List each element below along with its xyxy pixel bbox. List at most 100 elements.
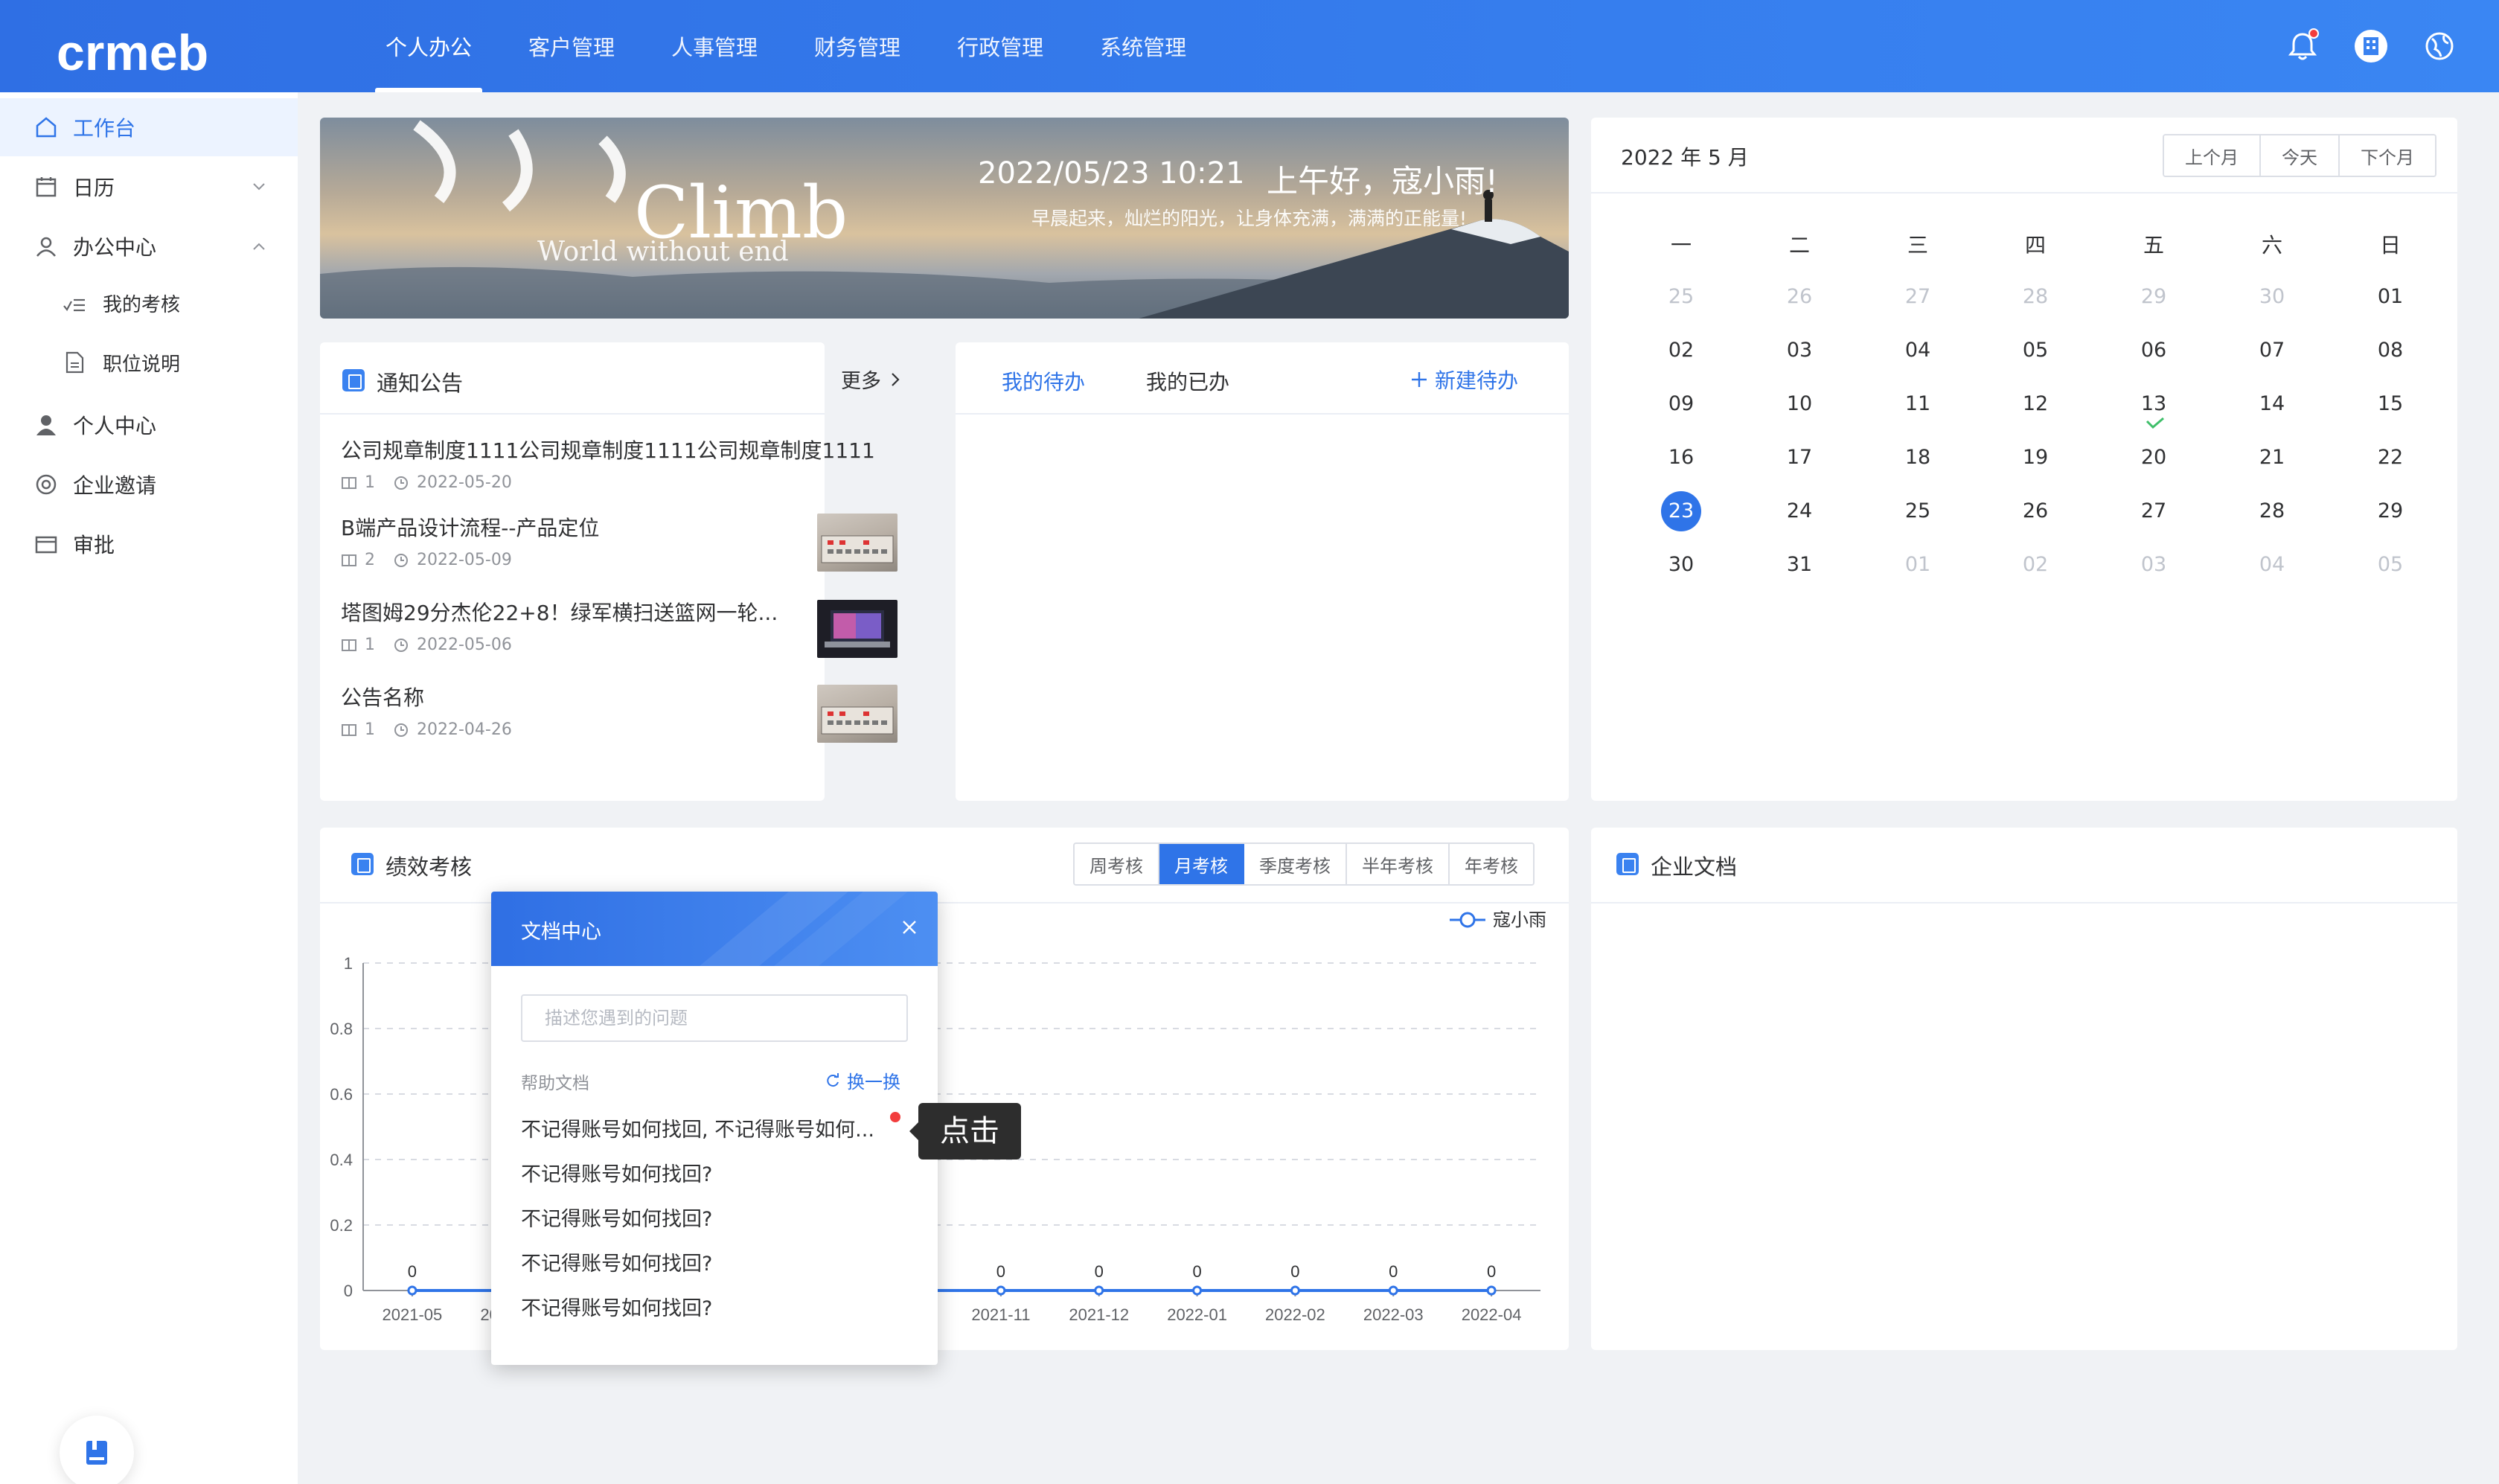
y-tick-label: 0.2: [330, 1216, 353, 1235]
calendar-day[interactable]: 26: [1759, 277, 1840, 317]
sidebar-item-enterprise-invite[interactable]: 企业邀请: [0, 455, 298, 514]
calendar-day[interactable]: 31: [1759, 545, 1840, 585]
calendar-day[interactable]: 20: [2113, 438, 2195, 478]
sidebar-item-label: 企业邀请: [73, 473, 157, 498]
calendar-day[interactable]: 02: [1640, 330, 1722, 371]
calendar-day[interactable]: 03: [1759, 330, 1840, 371]
calendar-day[interactable]: 28: [2231, 491, 2313, 531]
calendar-day[interactable]: 19: [1994, 438, 2076, 478]
nav-admin-management[interactable]: 行政管理: [929, 0, 1072, 92]
calendar-day[interactable]: 02: [1994, 545, 2076, 585]
nav-customer-management[interactable]: 客户管理: [500, 0, 643, 92]
close-icon[interactable]: [899, 917, 920, 938]
tab-my-pending[interactable]: 我的待办: [1002, 366, 1085, 396]
calendar-day[interactable]: 15: [2349, 384, 2431, 424]
sidebar-item-workbench[interactable]: 工作台: [0, 98, 298, 156]
calendar-day[interactable]: 05: [1994, 330, 2076, 371]
calendar-day[interactable]: 04: [2231, 545, 2313, 585]
tab-quarterly[interactable]: 季度考核: [1244, 844, 1347, 884]
help-doc-link[interactable]: 不记得账号如何找回?: [521, 1247, 712, 1276]
help-doc-link[interactable]: 不记得账号如何找回?: [521, 1158, 712, 1187]
calendar-day[interactable]: 22: [2349, 438, 2431, 478]
keyboard-thumbnail[interactable]: [817, 685, 897, 743]
calendar-day[interactable]: 25: [1640, 277, 1722, 317]
globe-icon[interactable]: [2422, 28, 2457, 64]
calendar-day[interactable]: 16: [1640, 438, 1722, 478]
calendar-day[interactable]: 01: [1877, 545, 1959, 585]
sidebar-item-office-center[interactable]: 办公中心: [0, 217, 298, 275]
weekday-header: 日: [2379, 233, 2401, 258]
today-button[interactable]: 今天: [2261, 135, 2340, 176]
help-doc-link[interactable]: 不记得账号如何找回?: [521, 1292, 712, 1321]
laptop-thumbnail[interactable]: [817, 600, 897, 658]
nav-system-management[interactable]: 系统管理: [1072, 0, 1215, 92]
calendar-day[interactable]: 06: [2113, 330, 2195, 371]
calendar-day[interactable]: 29: [2113, 277, 2195, 317]
keyboard-thumbnail[interactable]: [817, 514, 897, 572]
calendar-day[interactable]: 10: [1759, 384, 1840, 424]
crmeb-logo[interactable]: crmeb: [52, 16, 216, 76]
notice-more-button[interactable]: 更多: [841, 365, 903, 394]
calendar-day[interactable]: 29: [2349, 491, 2431, 531]
calendar-day[interactable]: 26: [1994, 491, 2076, 531]
help-doc-link[interactable]: 不记得账号如何找回, 不记得账号如何...: [521, 1113, 874, 1142]
help-doc-link[interactable]: 不记得账号如何找回?: [521, 1203, 712, 1232]
calendar-day[interactable]: 03: [2113, 545, 2195, 585]
calendar-day[interactable]: 18: [1877, 438, 1959, 478]
nav-personal-office[interactable]: 个人办公: [357, 0, 500, 92]
tab-monthly[interactable]: 月考核: [1159, 844, 1244, 884]
calendar-day[interactable]: 17: [1759, 438, 1840, 478]
calendar-day[interactable]: 09: [1640, 384, 1722, 424]
chevron-up-icon: [253, 243, 265, 250]
calendar-day[interactable]: 30: [2231, 277, 2313, 317]
doc-search-input[interactable]: [521, 994, 908, 1042]
calendar-day[interactable]: 24: [1759, 491, 1840, 531]
calendar-icon: [36, 177, 57, 197]
refresh-button[interactable]: 换一换: [825, 1067, 900, 1093]
help-float-button[interactable]: [60, 1416, 134, 1484]
calendar-day[interactable]: 28: [1994, 277, 2076, 317]
calendar-day[interactable]: 25: [1877, 491, 1959, 531]
data-point: [996, 1285, 1006, 1296]
calendar-day[interactable]: 07: [2231, 330, 2313, 371]
calendar-day[interactable]: 01: [2349, 277, 2431, 317]
nav-hr-management[interactable]: 人事管理: [643, 0, 786, 92]
tab-yearly[interactable]: 年考核: [1450, 844, 1533, 884]
calendar-day[interactable]: 27: [1877, 277, 1959, 317]
calendar-day[interactable]: 04: [1877, 330, 1959, 371]
sidebar-item-personal-center[interactable]: 个人中心: [0, 396, 298, 454]
tab-my-done[interactable]: 我的已办: [1146, 366, 1229, 396]
bell-icon[interactable]: [2285, 28, 2320, 64]
calendar-day[interactable]: 14: [2231, 384, 2313, 424]
next-month-button[interactable]: 下个月: [2340, 135, 2435, 176]
calendar-day[interactable]: 05: [2349, 545, 2431, 585]
sidebar-item-approval[interactable]: 审批: [0, 515, 298, 573]
notice-list-item[interactable]: 塔图姆29分杰伦22+8！绿军横扫送篮网一轮... 1 2022-05-06: [341, 597, 778, 654]
book-icon: [342, 639, 356, 651]
sidebar-item-label: 我的考核: [103, 293, 181, 316]
sidebar-item-calendar[interactable]: 日历: [0, 158, 298, 216]
tab-half-year[interactable]: 半年考核: [1347, 844, 1450, 884]
tab-weekly[interactable]: 周考核: [1075, 844, 1159, 884]
calendar-day[interactable]: 12: [1994, 384, 2076, 424]
sidebar-item-my-assessment[interactable]: 我的考核: [0, 274, 298, 332]
calendar-day[interactable]: 21: [2231, 438, 2313, 478]
calendar-day-today[interactable]: 23: [1640, 491, 1722, 531]
sidebar-item-job-description[interactable]: 职位说明: [0, 333, 298, 391]
y-tick-label: 1: [344, 954, 353, 973]
calendar-day[interactable]: 13: [2113, 384, 2195, 429]
calendar-day[interactable]: 27: [2113, 491, 2195, 531]
nav-finance-management[interactable]: 财务管理: [786, 0, 929, 92]
data-point: [1094, 1285, 1104, 1296]
calendar-day[interactable]: 30: [1640, 545, 1722, 585]
calendar-day[interactable]: 11: [1877, 384, 1959, 424]
building-icon[interactable]: [2353, 28, 2389, 64]
notice-list-item[interactable]: B端产品设计流程--产品定位 2 2022-05-09: [341, 512, 599, 569]
legend-label: 寇小雨: [1493, 910, 1546, 930]
prev-month-button[interactable]: 上个月: [2164, 135, 2261, 176]
calendar-day[interactable]: 08: [2349, 330, 2431, 371]
notice-list-item[interactable]: 公告名称 1 2022-04-26: [341, 682, 512, 739]
notice-list-item[interactable]: 公司规章制度1111公司规章制度1111公司规章制度1111 1 2022-05…: [341, 435, 875, 492]
new-todo-button[interactable]: 新建待办: [1410, 365, 1518, 394]
chevron-down-icon: [253, 183, 265, 191]
